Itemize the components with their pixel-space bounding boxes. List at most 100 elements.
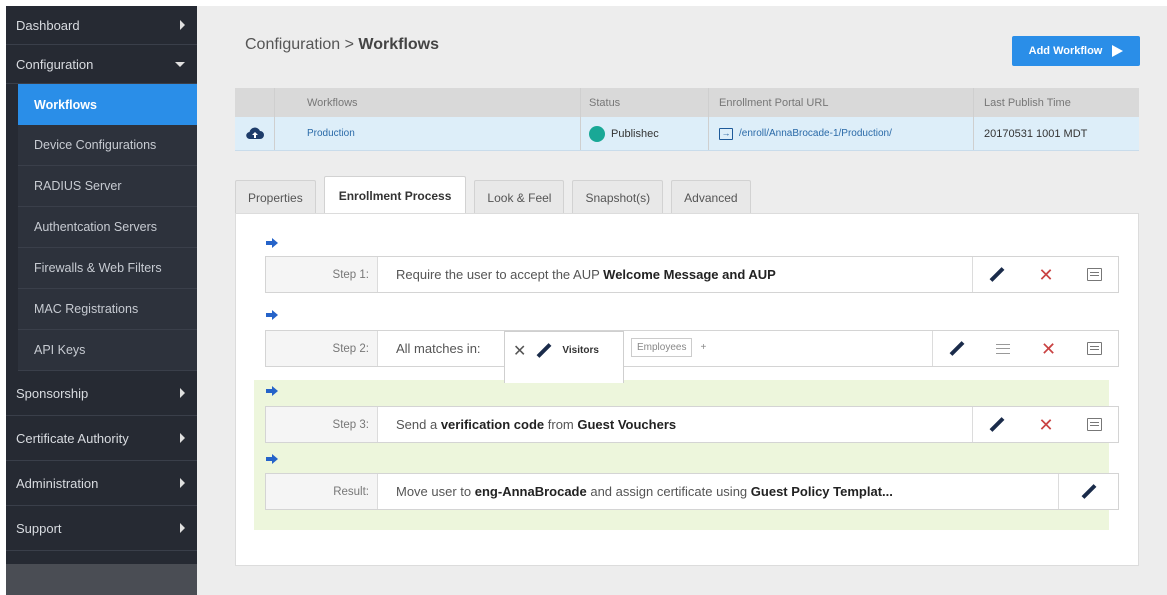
step-label: Step 3: xyxy=(266,407,378,442)
note-icon[interactable] xyxy=(1087,342,1103,355)
sidebar-item-certificate-authority[interactable]: Certificate Authority xyxy=(6,416,197,461)
chevron-right-icon xyxy=(180,523,185,533)
breadcrumb-separator: > xyxy=(344,36,354,53)
note-icon[interactable] xyxy=(1086,268,1102,281)
sidebar-item-api-keys[interactable]: API Keys xyxy=(18,330,197,371)
sidebar-item-administration[interactable]: Administration xyxy=(6,461,197,506)
sidebar-item-label: MAC Registrations xyxy=(34,302,139,316)
status-dot-icon xyxy=(589,125,605,142)
pencil-icon[interactable] xyxy=(949,341,965,357)
insert-arrow-icon[interactable] xyxy=(266,238,278,248)
sidebar-item-label: API Keys xyxy=(34,343,86,357)
step-link[interactable]: verification code xyxy=(441,417,544,432)
sidebar-item-device-configurations[interactable]: Device Configurations xyxy=(18,125,197,166)
tab-properties[interactable]: Properties xyxy=(235,180,316,214)
sidebar-item-label: Firewalls & Web Filters xyxy=(34,261,162,275)
sidebar-item-label: Device Configurations xyxy=(34,138,157,152)
step-description: Require the user to accept the AUP Welco… xyxy=(396,267,776,282)
step-link[interactable]: eng-AnnaBrocade xyxy=(475,484,587,499)
sidebar-item-firewalls[interactable]: Firewalls & Web Filters xyxy=(18,248,197,289)
menu-icon[interactable] xyxy=(995,343,1010,354)
sidebar-item-label: Support xyxy=(16,520,62,536)
sidebar-item-radius-server[interactable]: RADIUS Server xyxy=(18,166,197,207)
step-label: Step 1: xyxy=(266,257,378,292)
page-title: Workflows xyxy=(358,36,440,53)
chevron-right-icon xyxy=(180,20,185,30)
chip-employees[interactable]: Employees xyxy=(631,337,693,357)
step-actions xyxy=(1058,474,1118,509)
header-cell[interactable]: Last Publish Time xyxy=(974,88,1139,117)
sidebar-submenu: Workflows Device Configurations RADIUS S… xyxy=(18,84,197,371)
tab-snapshots[interactable]: Snapshot(s) xyxy=(572,180,664,214)
portal-url-link[interactable]: /enroll/AnnaBrocade-1/Production/ xyxy=(739,128,892,139)
insert-arrow-icon[interactable] xyxy=(266,454,278,464)
note-icon[interactable] xyxy=(1086,418,1102,431)
sidebar: Dashboard Configuration Workflows Device… xyxy=(6,6,197,595)
header-cell[interactable]: Enrollment Portal URL xyxy=(709,88,974,117)
add-workflow-label: Add Workflow xyxy=(1028,45,1103,57)
pencil-icon[interactable] xyxy=(989,267,1005,283)
sidebar-item-sponsorship[interactable]: Sponsorship xyxy=(6,371,197,416)
tab-bar: Properties Enrollment Process Look & Fee… xyxy=(235,176,751,214)
sidebar-item-label: RADIUS Server xyxy=(34,179,122,193)
sidebar-item-support[interactable]: Support xyxy=(6,506,197,551)
step-actions: ✕ xyxy=(972,257,1118,292)
pencil-icon[interactable] xyxy=(536,343,552,359)
step-link[interactable]: Guest Policy Templat... xyxy=(751,484,893,499)
chevron-down-icon xyxy=(175,61,185,67)
enrollment-process-panel: Step 1: Require the user to accept the A… xyxy=(235,213,1139,566)
remove-x-icon[interactable]: ✕ xyxy=(513,341,526,361)
add-condition-button[interactable]: + xyxy=(700,342,706,353)
workflow-name[interactable]: Production xyxy=(275,117,581,150)
sidebar-item-mac-registrations[interactable]: MAC Registrations xyxy=(18,289,197,330)
step-label: Result: xyxy=(266,474,378,509)
header-cell[interactable]: Status xyxy=(581,88,709,117)
delete-x-icon[interactable]: ✕ xyxy=(1038,266,1053,284)
result-row: Result: Move user to eng-AnnaBrocade and… xyxy=(265,473,1119,510)
url-cell: → /enroll/AnnaBrocade-1/Production/ xyxy=(709,117,974,150)
tab-look-and-feel[interactable]: Look & Feel xyxy=(474,180,565,214)
publish-cell xyxy=(235,117,275,150)
sidebar-item-authentication-servers[interactable]: Authentcation Servers xyxy=(18,207,197,248)
status-cell: Publishec xyxy=(581,117,709,150)
last-publish-time: 20170531 1001 MDT xyxy=(984,127,1088,140)
table-header: Workflows Status Enrollment Portal URL L… xyxy=(235,88,1139,117)
sidebar-footer xyxy=(6,564,197,595)
condition-chip-employees: Employees + xyxy=(631,335,706,359)
workflow-table: Workflows Status Enrollment Portal URL L… xyxy=(235,88,1139,151)
step-description: Move user to eng-AnnaBrocade and assign … xyxy=(396,484,893,499)
tab-advanced[interactable]: Advanced xyxy=(671,180,751,214)
cloud-upload-icon[interactable] xyxy=(245,126,265,142)
sidebar-item-label: Configuration xyxy=(16,56,94,72)
step-link[interactable]: Guest Vouchers xyxy=(577,417,676,432)
step-actions: ✕ xyxy=(932,331,1118,366)
step-actions: ✕ xyxy=(972,407,1118,442)
pencil-icon[interactable] xyxy=(1081,484,1097,500)
breadcrumb: Configuration > Workflows xyxy=(245,36,439,54)
delete-x-icon[interactable]: ✕ xyxy=(1038,416,1053,434)
main-panel: Configuration > Workflows Add Workflow W… xyxy=(197,6,1167,595)
insert-arrow-icon[interactable] xyxy=(266,386,278,396)
table-row[interactable]: Production Publishec → /enroll/AnnaBroca… xyxy=(235,117,1139,151)
step-link[interactable]: Welcome Message and AUP xyxy=(603,267,776,282)
chevron-right-icon xyxy=(180,478,185,488)
sidebar-item-label: Workflows xyxy=(34,97,97,112)
delete-x-icon[interactable]: ✕ xyxy=(1041,340,1056,358)
add-workflow-button[interactable]: Add Workflow xyxy=(1012,36,1140,66)
header-cell[interactable]: Workflows xyxy=(275,88,581,117)
sidebar-item-dashboard[interactable]: Dashboard xyxy=(6,6,197,45)
step-3-row: Step 3: Send a verification code from Gu… xyxy=(265,406,1119,443)
condition-chip-visitors[interactable]: ✕ Visitors xyxy=(504,331,624,383)
sidebar-item-label: Dashboard xyxy=(16,17,80,33)
step-description: Send a verification code from Guest Vouc… xyxy=(396,417,677,432)
breadcrumb-parent[interactable]: Configuration xyxy=(245,36,340,53)
insert-arrow-icon[interactable] xyxy=(266,310,278,320)
enter-icon: → xyxy=(719,127,733,140)
pencil-icon[interactable] xyxy=(989,417,1005,433)
sidebar-item-configuration[interactable]: Configuration xyxy=(6,45,197,84)
sidebar-item-workflows[interactable]: Workflows xyxy=(18,84,197,125)
chip-label: Visitors xyxy=(562,345,599,356)
status-badge: Publishec xyxy=(611,127,659,140)
sidebar-item-label: Administration xyxy=(16,475,99,491)
tab-enrollment-process[interactable]: Enrollment Process xyxy=(323,176,467,214)
